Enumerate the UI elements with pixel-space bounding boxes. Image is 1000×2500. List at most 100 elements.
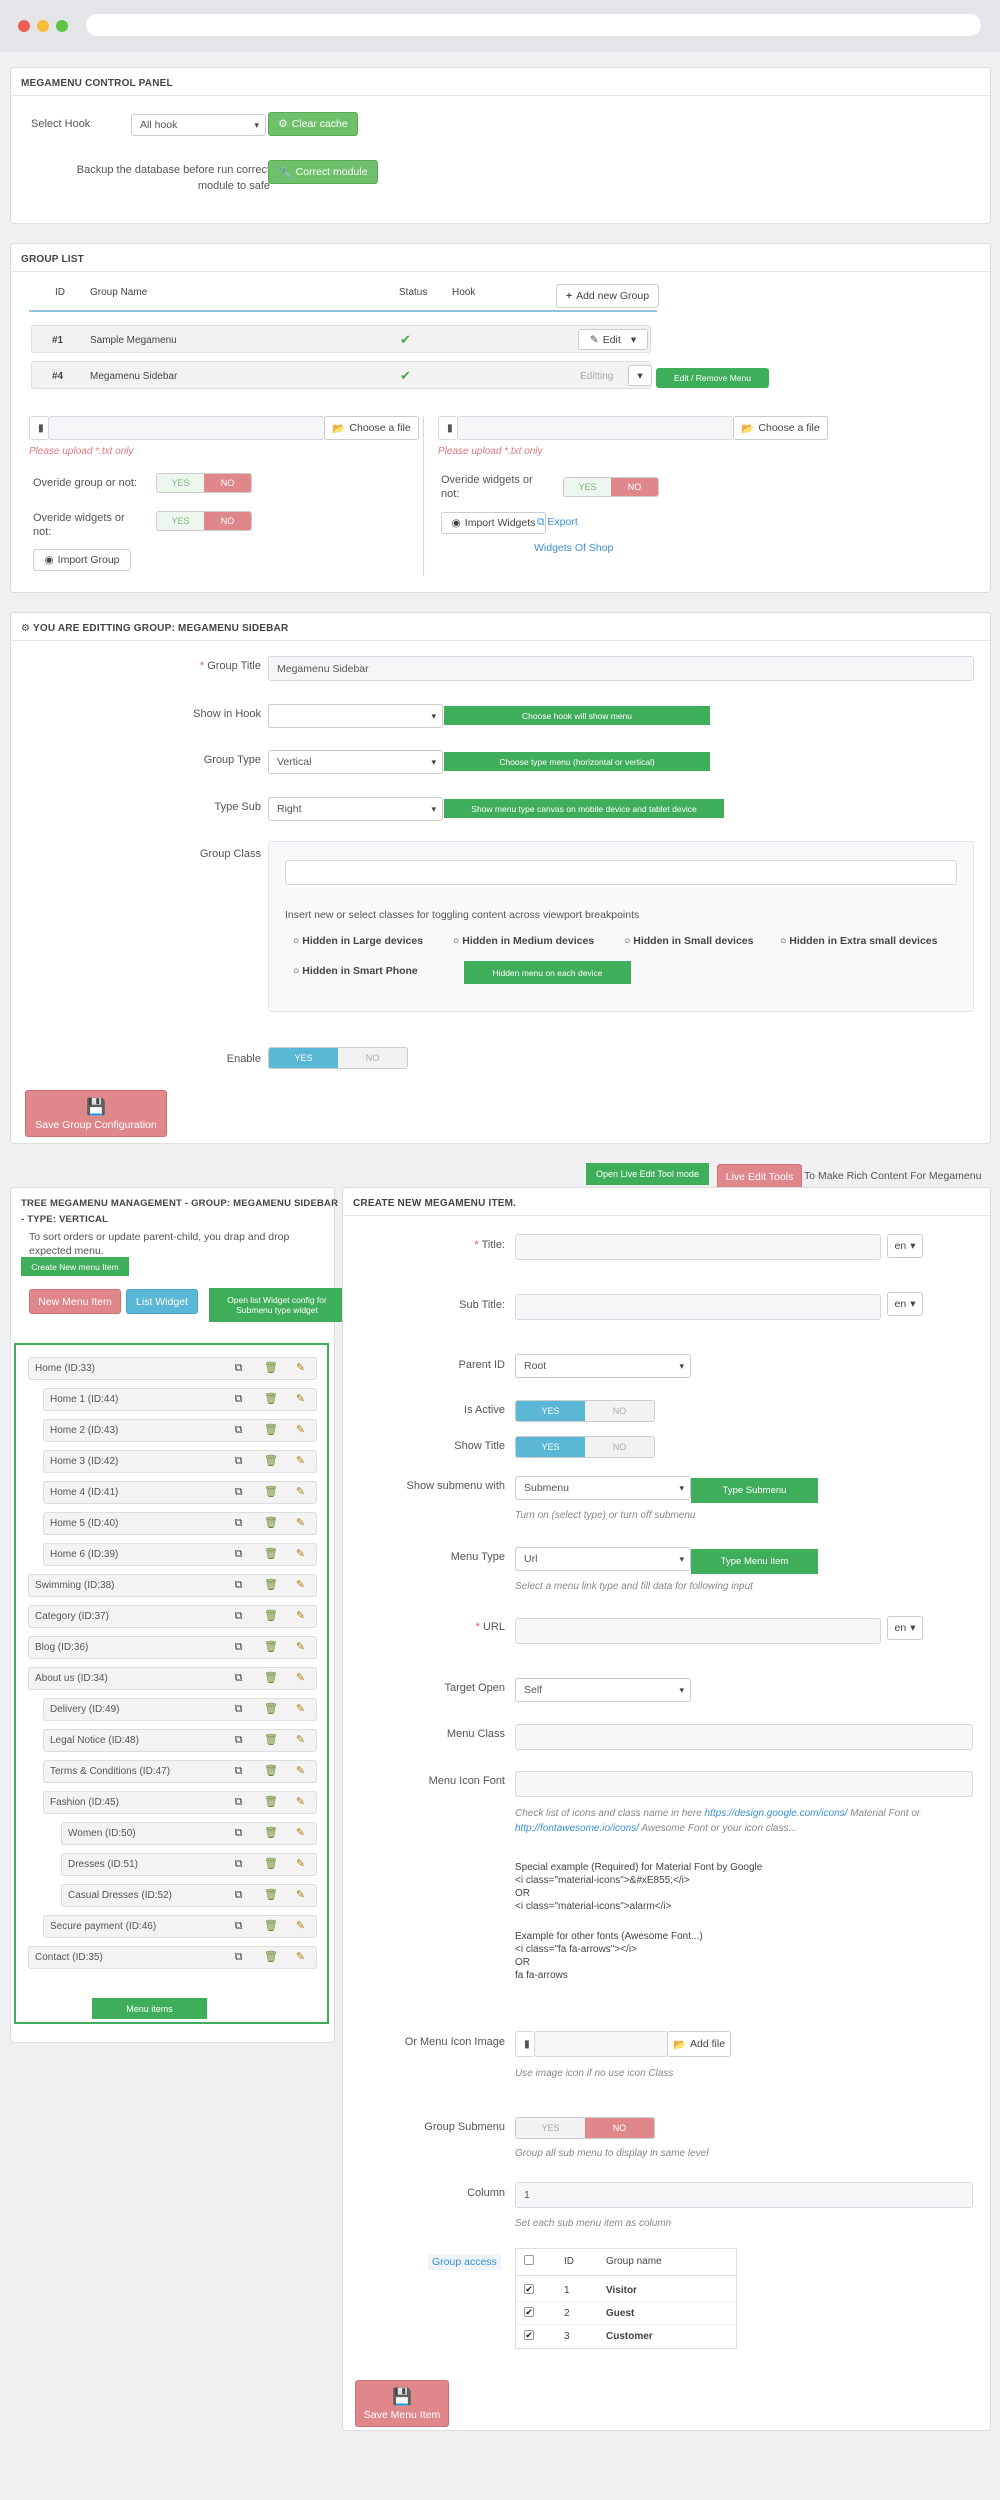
duplicate-icon[interactable]: ⧉ (233, 1517, 244, 1529)
list-widget-button[interactable]: List Widget (126, 1289, 198, 1314)
new-menu-item-button[interactable]: New Menu Item (29, 1289, 121, 1314)
tree-item[interactable]: About us (ID:34) ⧉ 🗑 ✎ (28, 1667, 317, 1690)
google-icons-link[interactable]: https://design.google.com/icons/ (705, 1808, 848, 1819)
pencil-icon[interactable]: ✎ (295, 1579, 306, 1591)
close-window-icon[interactable] (18, 20, 30, 32)
tree-item[interactable]: Category (ID:37) ⧉ 🗑 ✎ (28, 1605, 317, 1628)
clear-cache-button[interactable]: ⚙ Clear cache (268, 112, 358, 136)
trash-icon[interactable]: 🗑 (264, 1641, 278, 1653)
maximize-window-icon[interactable] (56, 20, 68, 32)
pencil-icon[interactable]: ✎ (295, 1827, 306, 1839)
edit-group-button[interactable]: ✎ Edit ▾ (578, 329, 648, 350)
duplicate-icon[interactable]: ⧉ (233, 1765, 244, 1777)
tree-item[interactable]: Home 5 (ID:40) ⧉ 🗑 ✎ (43, 1512, 317, 1535)
toggle-yes[interactable]: YES (516, 1437, 585, 1457)
duplicate-icon[interactable]: ⧉ (233, 1951, 244, 1963)
correct-module-button[interactable]: 🔧 Correct module (268, 160, 378, 184)
toggle-no[interactable]: NO (585, 1401, 654, 1421)
target-open-dropdown[interactable]: Self (515, 1678, 691, 1702)
group-title-input[interactable]: Megamenu Sidebar (268, 656, 974, 681)
duplicate-icon[interactable]: ⧉ (233, 1579, 244, 1591)
trash-icon[interactable]: 🗑 (264, 1796, 278, 1808)
trash-icon[interactable]: 🗑 (264, 1672, 278, 1684)
parent-id-dropdown[interactable]: Root (515, 1354, 691, 1378)
group-options-dropdown[interactable]: ▾ (628, 365, 652, 386)
trash-icon[interactable]: 🗑 (264, 1734, 278, 1746)
group-row[interactable]: #4 Megamenu Sidebar ✔ Editting ▾ (31, 361, 652, 389)
radio-icon[interactable]: ○ (453, 935, 459, 947)
save-menu-item-button[interactable]: 💾 Save Menu Item (355, 2380, 449, 2427)
pencil-icon[interactable]: ✎ (295, 1548, 306, 1560)
choose-file-button[interactable]: 📂 Choose a file (324, 416, 419, 440)
tree-item[interactable]: Blog (ID:36) ⧉ 🗑 ✎ (28, 1636, 317, 1659)
duplicate-icon[interactable]: ⧉ (233, 1889, 244, 1901)
tree-item[interactable]: Casual Dresses (ID:52) ⧉ 🗑 ✎ (61, 1884, 317, 1907)
toggle-yes[interactable]: YES (157, 512, 204, 530)
toggle-no[interactable]: NO (585, 2118, 654, 2138)
hidden-medium-option[interactable]: ○ Hidden in Medium devices (453, 935, 594, 947)
sub-title-lang-dropdown[interactable]: en ▾ (887, 1292, 923, 1316)
duplicate-icon[interactable]: ⧉ (233, 1610, 244, 1622)
icon-image-input[interactable] (534, 2031, 668, 2057)
tree-item[interactable]: Dresses (ID:51) ⧉ 🗑 ✎ (61, 1853, 317, 1876)
duplicate-icon[interactable]: ⧉ (233, 1672, 244, 1684)
group-class-input[interactable] (285, 860, 957, 885)
pencil-icon[interactable]: ✎ (295, 1889, 306, 1901)
override-widgets-toggle[interactable]: YES NO (156, 511, 252, 531)
show-title-toggle[interactable]: YES NO (515, 1436, 655, 1458)
duplicate-icon[interactable]: ⧉ (233, 1641, 244, 1653)
tree-item[interactable]: Home 4 (ID:41) ⧉ 🗑 ✎ (43, 1481, 317, 1504)
duplicate-icon[interactable]: ⧉ (233, 1796, 244, 1808)
pencil-icon[interactable]: ✎ (295, 1796, 306, 1808)
radio-icon[interactable]: ○ (624, 935, 630, 947)
url-input[interactable] (515, 1618, 881, 1644)
show-in-hook-dropdown[interactable] (268, 704, 443, 728)
trash-icon[interactable]: 🗑 (264, 1951, 278, 1963)
pencil-icon[interactable]: ✎ (295, 1424, 306, 1436)
toggle-no[interactable]: NO (204, 512, 251, 530)
show-submenu-dropdown[interactable]: Submenu (515, 1476, 691, 1500)
pencil-icon[interactable]: ✎ (295, 1672, 306, 1684)
url-lang-dropdown[interactable]: en ▾ (887, 1616, 923, 1640)
tree-item[interactable]: Women (ID:50) ⧉ 🗑 ✎ (61, 1822, 317, 1845)
pencil-icon[interactable]: ✎ (295, 1765, 306, 1777)
pencil-icon[interactable]: ✎ (295, 1486, 306, 1498)
trash-icon[interactable]: 🗑 (264, 1703, 278, 1715)
trash-icon[interactable]: 🗑 (264, 1920, 278, 1932)
widgets-of-shop-link[interactable]: Widgets Of Shop (534, 542, 613, 554)
pencil-icon[interactable]: ✎ (295, 1734, 306, 1746)
menu-class-input[interactable] (515, 1724, 973, 1750)
trash-icon[interactable]: 🗑 (264, 1889, 278, 1901)
add-file-button[interactable]: 📂 Add file (667, 2031, 731, 2057)
group-row[interactable]: #1 Sample Megamenu ✔ ✎ Edit ▾ (31, 325, 651, 353)
tree-item[interactable]: Delivery (ID:49) ⧉ 🗑 ✎ (43, 1698, 317, 1721)
duplicate-icon[interactable]: ⧉ (233, 1548, 244, 1560)
type-sub-dropdown[interactable]: Right (268, 797, 443, 821)
group-access-checkbox[interactable]: ✔ (524, 2307, 534, 2317)
pencil-icon[interactable]: ✎ (295, 1362, 306, 1374)
duplicate-icon[interactable]: ⧉ (233, 1734, 244, 1746)
duplicate-icon[interactable]: ⧉ (233, 1455, 244, 1467)
group-access-checkbox[interactable]: ✔ (524, 2330, 534, 2340)
toggle-yes[interactable]: YES (516, 2118, 585, 2138)
trash-icon[interactable]: 🗑 (264, 1827, 278, 1839)
is-active-toggle[interactable]: YES NO (515, 1400, 655, 1422)
tree-item[interactable]: Legal Notice (ID:48) ⧉ 🗑 ✎ (43, 1729, 317, 1752)
duplicate-icon[interactable]: ⧉ (233, 1920, 244, 1932)
import-group-button[interactable]: ◉ Import Group (33, 549, 131, 571)
trash-icon[interactable]: 🗑 (264, 1858, 278, 1870)
tree-item[interactable]: Terms & Conditions (ID:47) ⧉ 🗑 ✎ (43, 1760, 317, 1783)
enable-toggle[interactable]: YES NO (268, 1047, 408, 1069)
tree-item[interactable]: Home 1 (ID:44) ⧉ 🗑 ✎ (43, 1388, 317, 1411)
override-group-toggle[interactable]: YES NO (156, 473, 252, 493)
select-hook-dropdown[interactable]: All hook (131, 114, 266, 136)
group-access-checkbox[interactable]: ✔ (524, 2284, 534, 2294)
sub-title-input[interactable] (515, 1294, 881, 1320)
tree-item[interactable]: Secure payment (ID:46) ⧉ 🗑 ✎ (43, 1915, 317, 1938)
menu-icon-font-input[interactable] (515, 1771, 973, 1797)
duplicate-icon[interactable]: ⧉ (233, 1486, 244, 1498)
pencil-icon[interactable]: ✎ (295, 1393, 306, 1405)
pencil-icon[interactable]: ✎ (295, 1920, 306, 1932)
choose-widgets-file-button[interactable]: 📂 Choose a file (733, 416, 828, 440)
hidden-large-option[interactable]: ○ Hidden in Large devices (293, 935, 423, 947)
